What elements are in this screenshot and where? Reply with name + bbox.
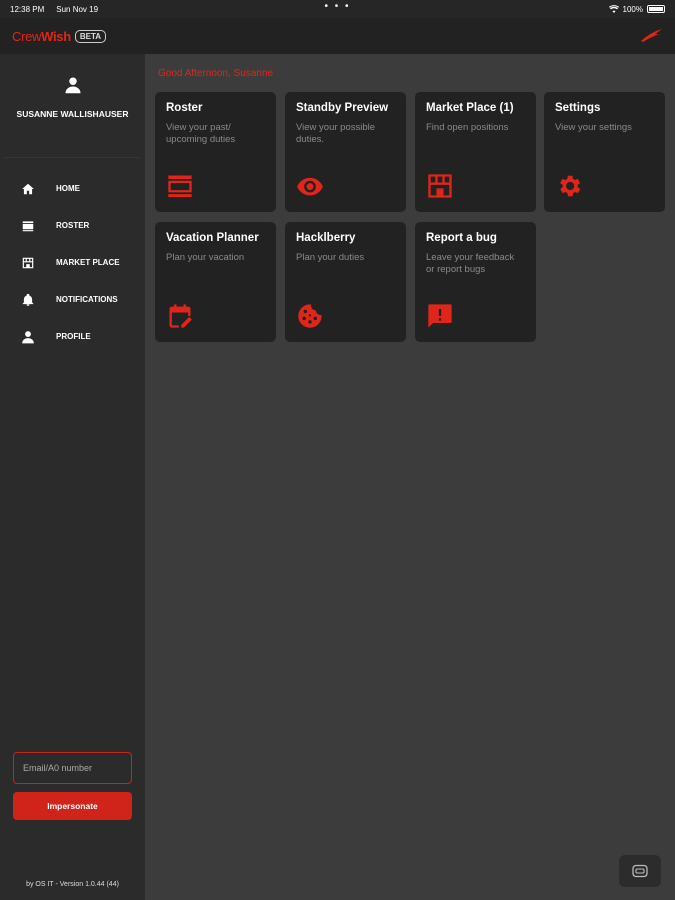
status-bar: 12:38 PM Sun Nov 19 • • • 100% [0,0,675,18]
calendar-edit-icon [169,304,192,328]
impersonate-email-input[interactable] [13,752,132,784]
tile-description: View your possible duties. [296,122,376,145]
battery-icon [647,5,665,13]
floating-action-button[interactable] [619,855,661,887]
eye-icon [297,177,323,196]
tile-title: Market Place (1) [426,102,514,114]
tile-title: Hacklberry [296,232,356,244]
impersonate-button[interactable]: Impersonate [13,792,132,820]
person-icon [22,330,34,343]
tile-vacation-planner[interactable]: Vacation Planner Plan your vacation [155,222,276,342]
bell-icon [22,293,34,306]
store-icon [428,174,452,198]
roster-icon [22,220,34,231]
battery-percent: 100% [622,4,643,14]
sidebar: SUSANNE WALLISHAUSER HOME ROSTER MARKET … [0,54,145,900]
nav-label-notifications: NOTIFICATIONS [56,295,118,304]
tile-description: View your past/ upcoming duties [166,122,236,145]
beta-badge: BETA [74,29,107,43]
version-text: by OS IT - Version 1.0.44 (44) [26,881,119,888]
tile-description: View your settings [555,122,632,133]
nav-label-market-place: MARKET PLACE [56,258,120,267]
impersonate-form: Impersonate [13,752,132,820]
app-bar: CrewWish BETA [0,18,675,54]
profile-section: SUSANNE WALLISHAUSER [4,54,141,158]
tile-description: Plan your duties [296,252,365,263]
nav-item-notifications[interactable]: NOTIFICATIONS [0,281,145,318]
tile-report-a-bug[interactable]: Report a bug Leave your feedback or repo… [415,222,536,342]
keyboard-icon [632,864,648,878]
cookie-icon [298,304,322,328]
user-name: SUSANNE WALLISHAUSER [16,109,129,119]
tile-description: Plan your vacation [166,252,245,263]
nav-label-roster: ROSTER [56,221,90,230]
logo-wish: Wish [41,28,71,44]
gear-icon [560,175,581,197]
tile-standby-preview[interactable]: Standby Preview View your possible dutie… [285,92,406,212]
greeting: Good Afternoon, Susanne [158,68,274,79]
feedback-icon [428,304,452,328]
sidebar-nav: HOME ROSTER MARKET PLACE NOTIFICATIONS P… [0,170,145,355]
tile-roster[interactable]: Roster View your past/ upcoming duties [155,92,276,212]
tile-title: Report a bug [426,232,497,244]
avatar-icon [65,77,80,94]
status-date: Sun Nov 19 [56,4,99,14]
app-logo: CrewWish BETA [12,28,107,44]
logo-crew: Crew [12,28,42,44]
tile-hacklberry[interactable]: Hacklberry Plan your duties [285,222,406,342]
tile-market-place[interactable]: Market Place (1) Find open positions [415,92,536,212]
multitask-dots[interactable]: • • • [324,1,350,12]
wifi-icon [608,5,619,13]
nav-label-home: HOME [56,184,80,193]
nav-item-home[interactable]: HOME [0,170,145,207]
tile-title: Standby Preview [296,102,389,114]
tile-title: Vacation Planner [166,232,259,244]
nav-item-roster[interactable]: ROSTER [0,207,145,244]
tile-description: Leave your feedback or report bugs [426,252,515,275]
tile-title: Roster [166,102,203,114]
status-time: 12:38 PM [10,4,45,14]
home-icon [22,183,34,194]
roster-icon [168,175,192,198]
nav-item-profile[interactable]: PROFILE [0,318,145,355]
tile-description: Find open positions [426,122,509,133]
nav-item-market-place[interactable]: MARKET PLACE [0,244,145,281]
airline-logo-icon [641,29,662,42]
tile-settings[interactable]: Settings View your settings [544,92,665,212]
nav-label-profile: PROFILE [56,332,91,341]
store-icon [22,257,34,268]
tile-title: Settings [555,102,601,114]
